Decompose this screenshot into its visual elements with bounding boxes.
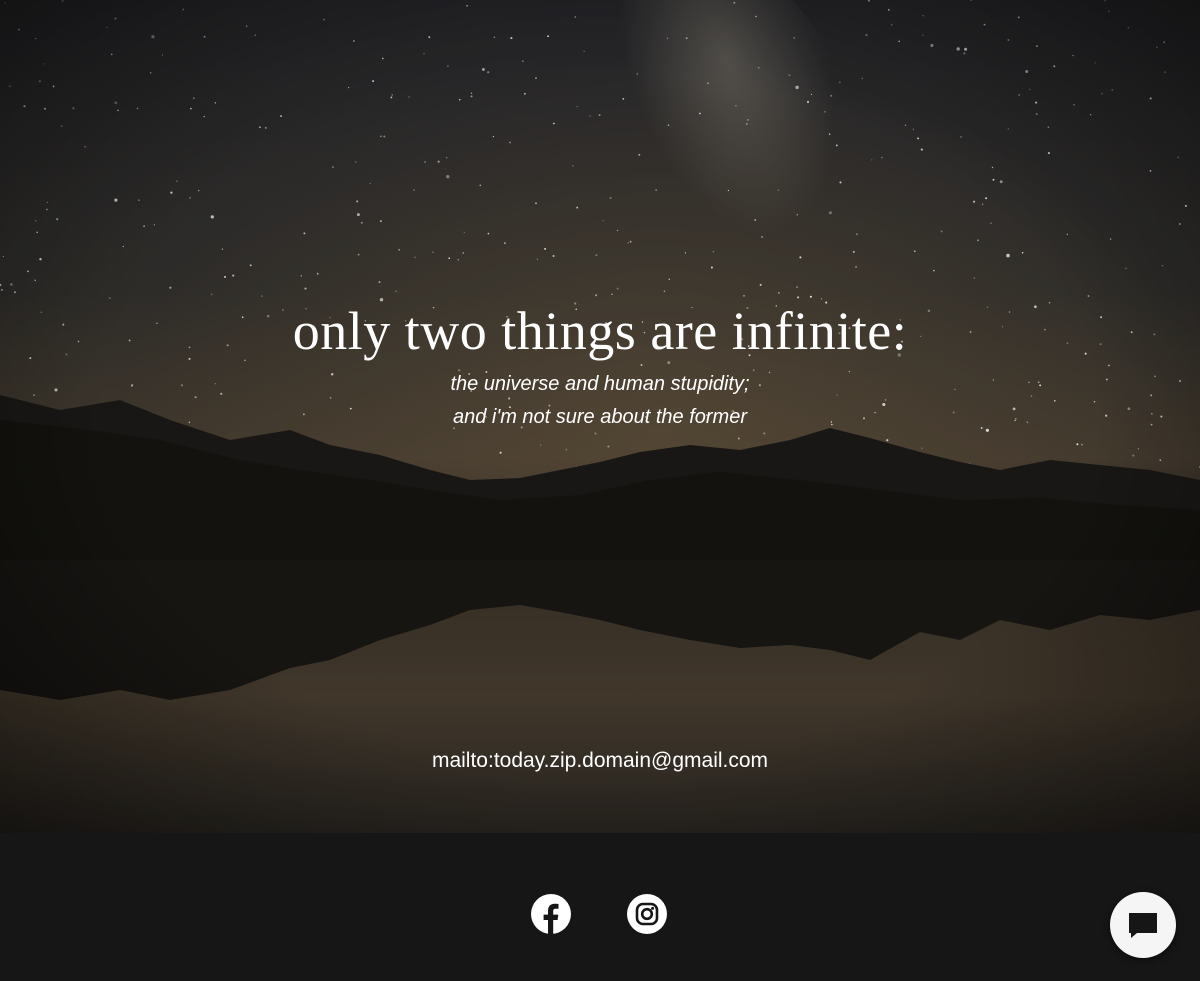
- hero-content: only two things are infinite: the univer…: [0, 0, 1200, 833]
- facebook-link[interactable]: [530, 893, 572, 935]
- instagram-link[interactable]: [626, 893, 668, 935]
- hero-section: only two things are infinite: the univer…: [0, 0, 1200, 833]
- hero-subtitle-line1: the universe and human stupidity;: [450, 373, 750, 395]
- chat-bubble-icon: [1129, 913, 1157, 938]
- hero-subtitle-line2: and i'm not sure about the former: [453, 406, 747, 428]
- email-link[interactable]: mailto:today.zip.domain@gmail.com: [0, 746, 1200, 776]
- instagram-icon: [627, 894, 667, 934]
- chat-button[interactable]: [1110, 892, 1176, 958]
- footer: [0, 833, 1200, 981]
- facebook-icon: [531, 894, 571, 934]
- hero-title: only two things are infinite:: [292, 301, 908, 361]
